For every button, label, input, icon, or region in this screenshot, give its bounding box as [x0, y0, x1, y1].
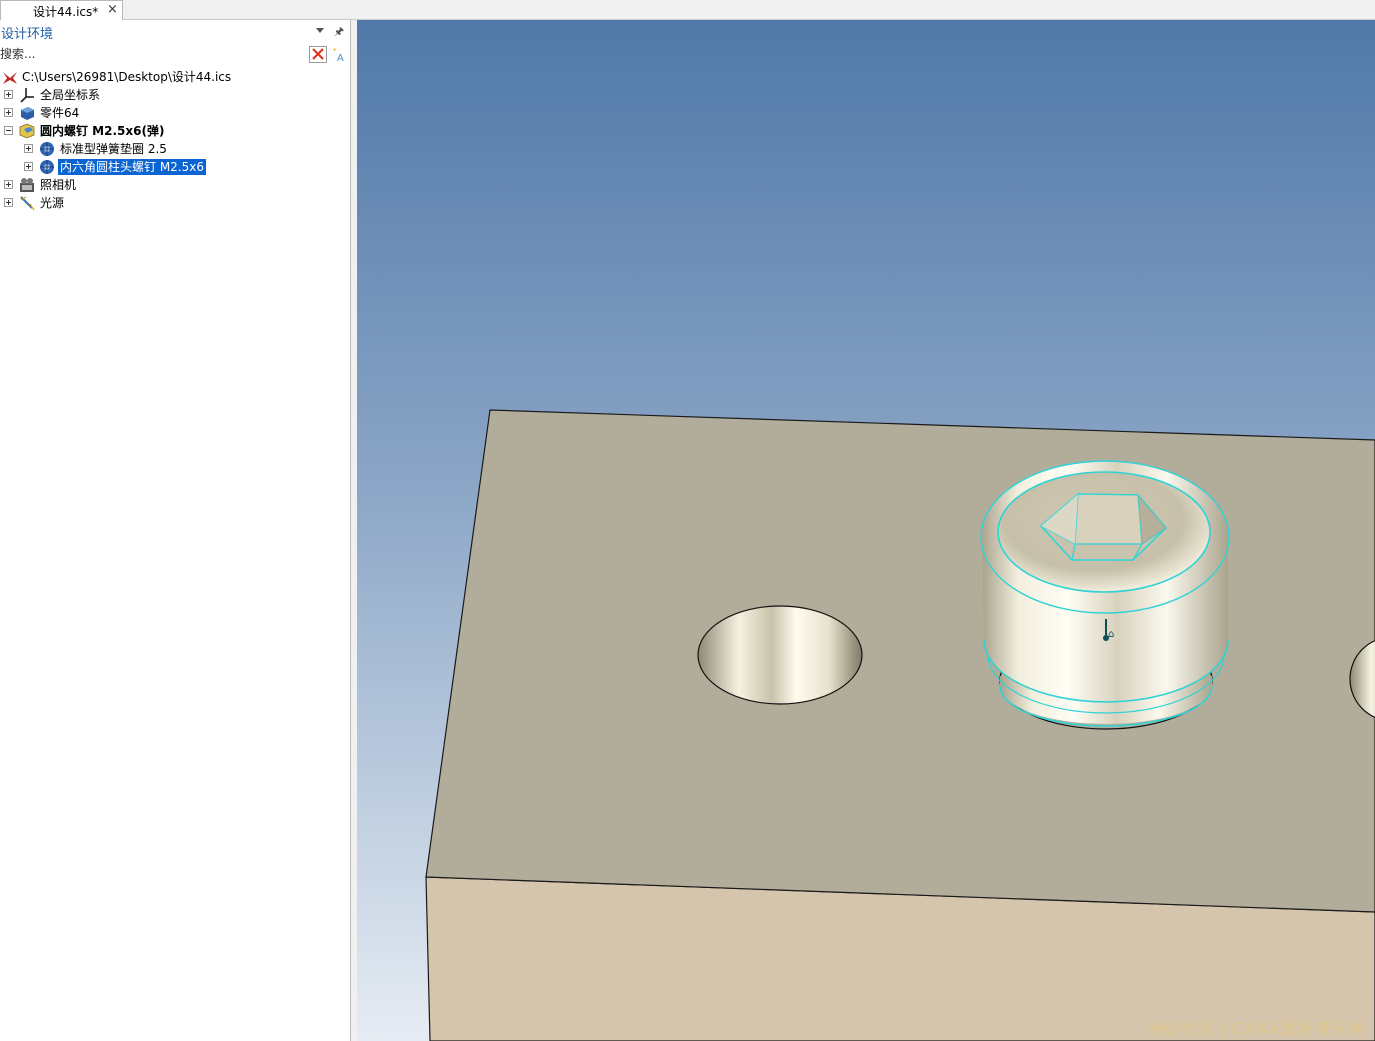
- tree-item-label: 全局坐标系: [40, 88, 101, 102]
- tree-item[interactable]: 光源: [0, 194, 351, 212]
- design-root-icon: [1, 68, 19, 86]
- standard-part-icon: [38, 140, 56, 158]
- tree-item-label: 内六角圆柱头螺钉 M2.5x6: [58, 159, 206, 175]
- camera-icon: [18, 176, 36, 194]
- axes-icon: [18, 86, 36, 104]
- watermark: 协议社区 | CAXA爱好者天地: [1146, 1019, 1366, 1038]
- scene[interactable]: ⌂: [357, 20, 1375, 1041]
- tree-item[interactable]: 标准型弹簧垫圈 2.5: [0, 140, 351, 158]
- tree-item[interactable]: 照相机: [0, 176, 351, 194]
- svg-text:⌂: ⌂: [1108, 629, 1114, 640]
- tree-item[interactable]: 圆内螺钉 M2.5x6(弹): [0, 122, 351, 140]
- tree-item-label: C:\Users\26981\Desktop\设计44.ics: [22, 70, 232, 84]
- tree-item[interactable]: C:\Users\26981\Desktop\设计44.ics: [0, 68, 351, 86]
- panel-header: 设计环境 🖈: [0, 20, 351, 42]
- expand-icon[interactable]: [4, 180, 13, 189]
- collapse-icon[interactable]: [4, 126, 13, 135]
- light-icon: [18, 194, 36, 212]
- tree-item-label: 零件64: [40, 106, 80, 120]
- standard-part-icon: [38, 158, 56, 176]
- expand-icon[interactable]: [4, 198, 13, 207]
- expand-icon[interactable]: [24, 162, 33, 171]
- tree-item-label: 标准型弹簧垫圈 2.5: [60, 142, 167, 156]
- clear-search-button[interactable]: [309, 46, 327, 63]
- filter-icon[interactable]: * A: [333, 46, 347, 62]
- expand-icon[interactable]: [24, 144, 33, 153]
- svg-text:A: A: [337, 53, 344, 62]
- tree-item[interactable]: 零件64: [0, 104, 351, 122]
- part-icon: [18, 104, 36, 122]
- tree-item[interactable]: 内六角圆柱头螺钉 M2.5x6: [0, 158, 351, 176]
- expand-icon[interactable]: [4, 90, 13, 99]
- tree-item-label: 圆内螺钉 M2.5x6(弹): [40, 124, 165, 138]
- tree-item[interactable]: 全局坐标系: [0, 86, 351, 104]
- close-icon[interactable]: ×: [107, 2, 118, 17]
- search-bar: * A: [0, 44, 351, 66]
- hole[interactable]: [697, 605, 863, 705]
- document-tab[interactable]: 设计44.ics* ×: [0, 0, 123, 20]
- close-icon: [312, 48, 324, 60]
- 3d-viewport[interactable]: ⌂: [357, 20, 1375, 1041]
- tree-item-label: 照相机: [40, 178, 77, 192]
- pin-icon[interactable]: 🖈: [334, 23, 344, 42]
- socket-head-screw[interactable]: ⌂: [980, 460, 1230, 730]
- document-tab-strip: 设计44.ics* ×: [0, 0, 1375, 20]
- expand-icon[interactable]: [4, 108, 13, 117]
- assembly-icon: [18, 122, 36, 140]
- tree-item-label: 光源: [40, 196, 65, 210]
- block-top-face[interactable]: [425, 409, 1375, 913]
- design-environment-panel: 设计环境 🖈 * A C:\Users\26981\Desktop\设计44.i…: [0, 20, 351, 1041]
- search-input[interactable]: [0, 44, 305, 64]
- panel-title: 设计环境: [1, 27, 54, 42]
- chevron-down-icon[interactable]: [316, 28, 324, 33]
- document-tab-title: 设计44.ics*: [33, 5, 99, 19]
